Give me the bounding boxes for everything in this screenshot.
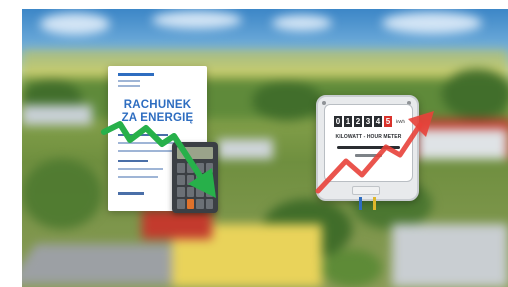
- bill-header-bar: [118, 73, 154, 76]
- meter-wire: [373, 197, 376, 210]
- meter-wire: [359, 197, 362, 210]
- red-up-arrow-icon: [315, 111, 434, 194]
- bill-title-line1: RACHUNEK: [123, 99, 192, 111]
- green-down-arrow-icon: [101, 121, 216, 198]
- illustration: RACHUNEK ZA ENERGIĘ 889 0 1: [22, 9, 508, 287]
